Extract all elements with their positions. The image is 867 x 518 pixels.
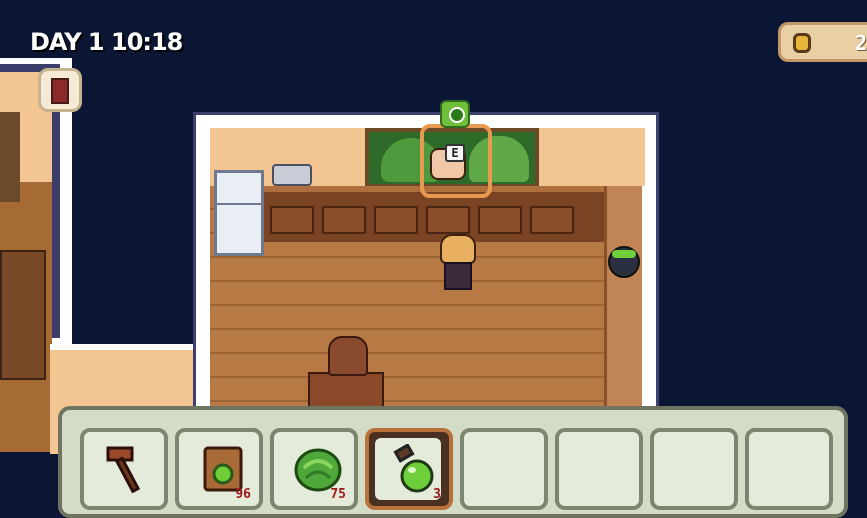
hotbar-slot-1[interactable] <box>80 428 168 510</box>
coin-count: 20 <box>855 31 867 55</box>
drawer[interactable] <box>478 206 522 234</box>
hotbar-slot-7[interactable] <box>650 428 738 510</box>
door-icon <box>51 78 69 104</box>
hotbar-slot-2[interactable]: 96 <box>175 428 263 510</box>
player-body <box>444 262 472 290</box>
potion-icon <box>393 444 434 493</box>
drawer[interactable] <box>374 206 418 234</box>
herb-shelf[interactable] <box>0 250 46 380</box>
interact-key-prompt[interactable]: E <box>445 144 465 162</box>
door-map-icon[interactable] <box>38 68 82 112</box>
hotbar-slot-6[interactable] <box>555 428 643 510</box>
kitchen-side-wall <box>604 186 642 408</box>
potion-icon <box>449 107 465 123</box>
drawer[interactable] <box>322 206 366 234</box>
cauldron-brew <box>612 250 636 258</box>
hotbar: 96 75 3 <box>58 406 848 518</box>
fridge-door-divider <box>217 203 261 205</box>
hotbar-slot-4-selected[interactable]: 3 <box>365 428 453 510</box>
item-count: 96 <box>235 487 251 502</box>
drawer[interactable] <box>270 206 314 234</box>
seated-character <box>328 336 368 376</box>
desk[interactable] <box>308 372 384 410</box>
coin-counter: 20 <box>778 22 867 62</box>
hotbar-slot-5[interactable] <box>460 428 548 510</box>
potion-request-bubble <box>440 100 470 128</box>
gold-coin-icon <box>793 33 811 53</box>
item-count: 3 <box>433 487 441 502</box>
hotbar-slot-8[interactable] <box>745 428 833 510</box>
sink[interactable] <box>272 164 312 186</box>
item-count: 75 <box>330 487 346 502</box>
day-time-clock: DAY 1 10:18 <box>30 28 183 56</box>
player-head <box>440 234 476 264</box>
drawer[interactable] <box>530 206 574 234</box>
coat-stand <box>0 112 20 202</box>
hotbar-slot-3[interactable]: 75 <box>270 428 358 510</box>
drawer[interactable] <box>426 206 470 234</box>
fridge[interactable] <box>214 170 264 256</box>
hammer-icon <box>106 446 141 494</box>
cauldron[interactable] <box>608 246 640 278</box>
